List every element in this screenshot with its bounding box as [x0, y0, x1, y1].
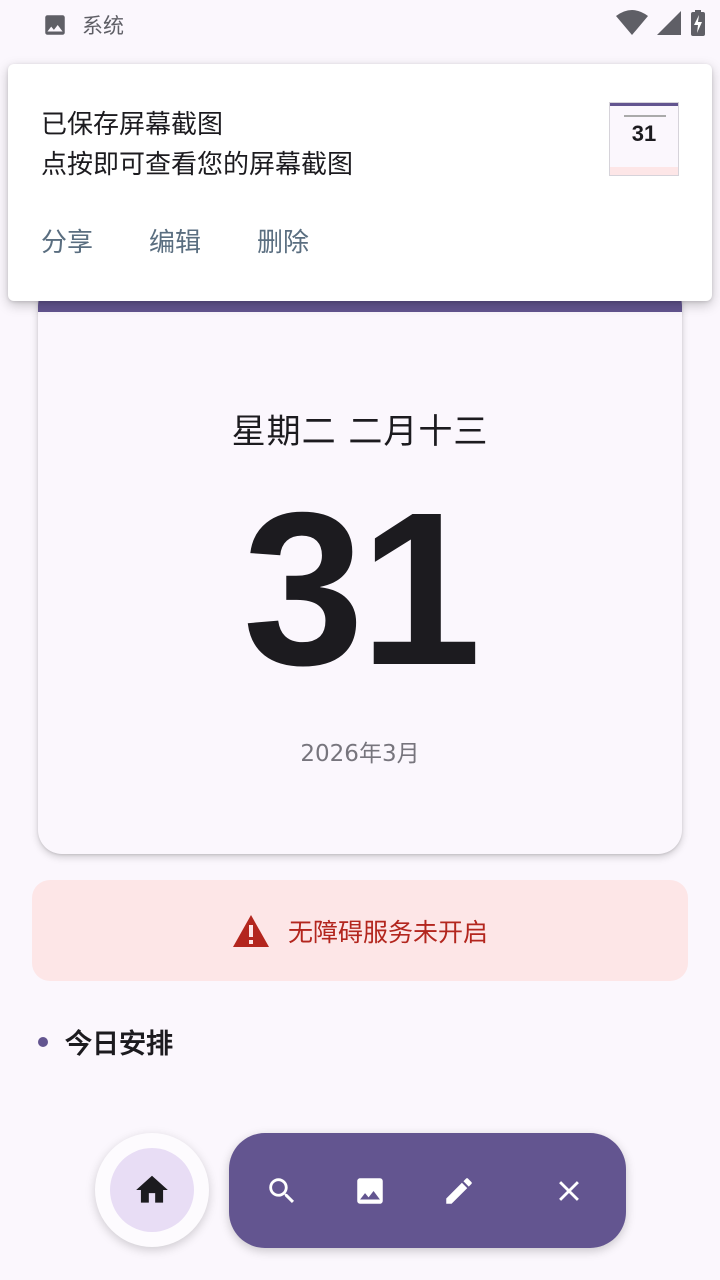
- notification-title: 已保存屏幕截图: [41, 110, 224, 140]
- lunar-date: 星期二 二月十三: [231, 412, 489, 452]
- thumb-day: 31: [631, 121, 657, 146]
- month-label: 2026年3月: [300, 741, 420, 767]
- status-right: [616, 10, 706, 36]
- thumb-footer: [610, 167, 678, 175]
- day-number: 31: [242, 468, 481, 711]
- image-button[interactable]: [348, 1169, 392, 1213]
- floating-toolbar: [229, 1133, 626, 1248]
- home-button[interactable]: [95, 1133, 209, 1247]
- today-schedule-header: 今日安排: [38, 1022, 173, 1061]
- close-icon: [559, 1181, 579, 1201]
- warning-icon: [232, 914, 269, 947]
- delete-button[interactable]: 删除: [257, 222, 309, 259]
- bullet-dot: [38, 1036, 48, 1047]
- notification-actions: 分享 编辑 删除: [41, 222, 365, 259]
- pencil-icon: [446, 1178, 472, 1204]
- search-button[interactable]: [260, 1169, 304, 1213]
- image-icon: [357, 1178, 383, 1204]
- warning-text: 无障碍服务未开启: [287, 917, 488, 947]
- schedule-title: 今日安排: [65, 1029, 173, 1060]
- home-icon: [136, 1175, 168, 1203]
- thumb-line: [624, 115, 666, 117]
- thumb-accent-bar: [610, 103, 678, 106]
- notification-text: 点按即可查看您的屏幕截图: [41, 150, 354, 180]
- status-app-label: 系统: [82, 14, 124, 38]
- cell-signal-icon: [657, 11, 681, 35]
- search-icon: [269, 1178, 295, 1204]
- status-bar: 系统: [0, 0, 720, 48]
- close-button[interactable]: [547, 1169, 591, 1213]
- share-button[interactable]: 分享: [41, 222, 93, 259]
- home-button-inner: [110, 1148, 194, 1232]
- screenshot-notification[interactable]: 已保存屏幕截图 点按即可查看您的屏幕截图 分享 编辑 删除 31: [8, 64, 712, 301]
- screenshot-thumbnail[interactable]: 31: [609, 102, 679, 176]
- wifi-icon: [616, 10, 648, 35]
- edit-action-button[interactable]: 编辑: [149, 222, 201, 259]
- edit-button[interactable]: [437, 1169, 481, 1213]
- battery-charging-icon: [691, 10, 705, 36]
- calendar-card[interactable]: 星期二 二月十三 31 2026年3月: [38, 282, 682, 854]
- image-icon: [45, 15, 65, 35]
- status-left: 系统: [42, 10, 124, 40]
- accessibility-warning-banner[interactable]: 无障碍服务未开启: [32, 880, 688, 981]
